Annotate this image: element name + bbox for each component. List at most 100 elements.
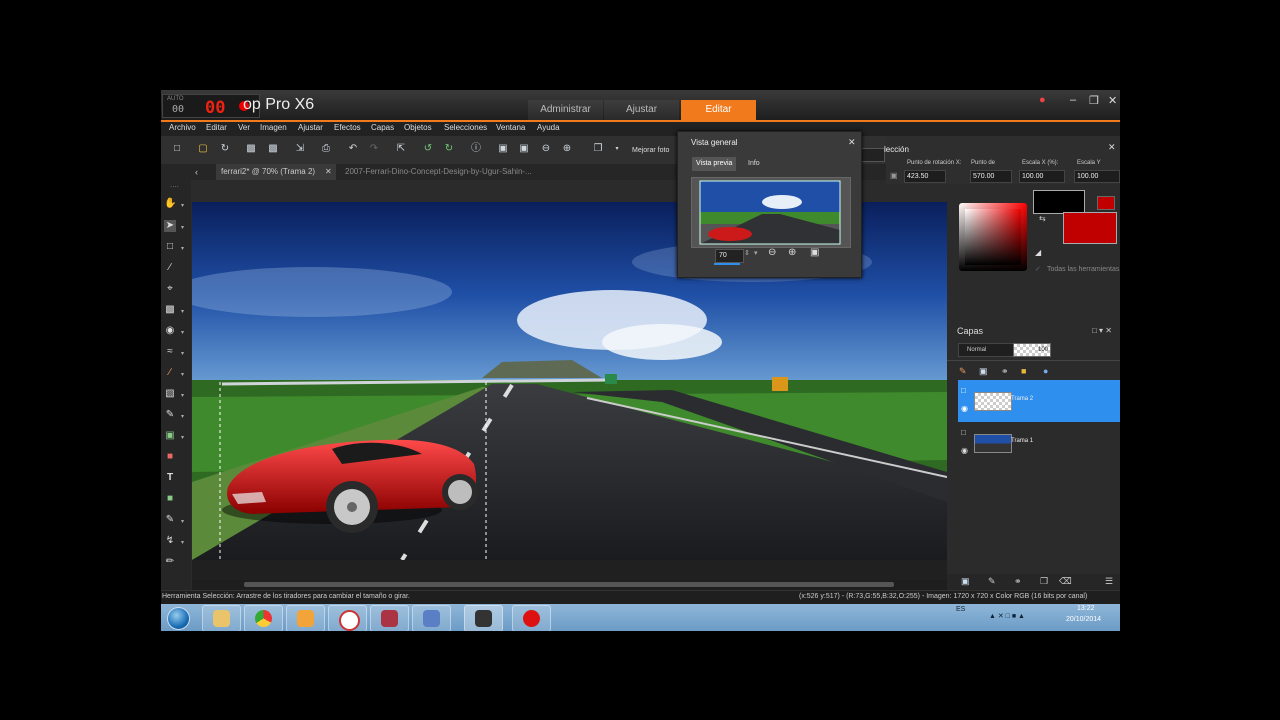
close-button[interactable]: ✕ [1108, 94, 1117, 107]
shape-tool-icon[interactable]: ■ [164, 493, 176, 505]
chevron-down-icon[interactable]: ▾ [181, 371, 184, 378]
tab-info[interactable]: Info [744, 157, 764, 171]
link-icon[interactable]: ⚭ [1001, 366, 1009, 377]
menu-imagen[interactable]: Imagen [260, 123, 287, 132]
recent-color-swatch[interactable] [1097, 196, 1115, 210]
blend-mode-select[interactable]: Normal [958, 343, 1018, 357]
rotate-left-icon[interactable]: ↺ [422, 143, 434, 155]
visibility-eye-icon[interactable]: ◉ [961, 446, 968, 455]
chevron-down-icon[interactable]: ▾ [181, 413, 184, 420]
option-dropdown[interactable] [861, 148, 885, 162]
chevron-down-icon[interactable]: ▾ [181, 245, 184, 252]
new-raster-layer-icon[interactable]: ▣ [961, 576, 970, 587]
background-swatch[interactable] [1063, 212, 1117, 244]
language-indicator[interactable]: ES [956, 606, 965, 613]
tab-scroll-left-icon[interactable]: ‹ [195, 164, 198, 180]
open-folder-icon[interactable]: ▢ [197, 143, 209, 155]
makeover-tool-icon[interactable]: ≈ [164, 346, 176, 358]
close-tab-icon[interactable]: ✕ [325, 164, 332, 180]
tray-icons[interactable]: ▲ ✕ □ ■ ▲ [989, 612, 1025, 620]
brush-tool-icon[interactable]: ∕ [164, 367, 176, 379]
undo-icon[interactable]: ↶ [347, 143, 359, 155]
zoom-out-icon[interactable]: ⊖ [768, 247, 776, 258]
share-icon[interactable]: ⇲ [294, 143, 306, 155]
warp-tool-icon[interactable]: ↯ [164, 535, 176, 547]
save-icon[interactable]: ▩ [245, 143, 257, 155]
chevron-down-icon[interactable]: ▾ [181, 202, 184, 209]
menu-efectos[interactable]: Efectos [334, 123, 361, 132]
maximize-button[interactable]: ❐ [1089, 94, 1099, 107]
taskbar-outlook[interactable] [286, 605, 325, 631]
pan-tool-icon[interactable]: ✋ [164, 198, 176, 210]
menu-ver[interactable]: Ver [238, 123, 250, 132]
menu-editar[interactable]: Editar [206, 123, 227, 132]
enhance-photo-button[interactable]: Mejorar foto [632, 147, 669, 154]
crop-tool-icon[interactable]: ⌖ [164, 283, 176, 295]
chevron-down-icon[interactable]: ▾ [181, 350, 184, 357]
zoom-in-icon[interactable]: ⊕ [561, 143, 573, 155]
menu-capas[interactable]: Capas [371, 123, 394, 132]
clock-date[interactable]: 20/10/2014 [1066, 616, 1101, 623]
brush-layer-icon[interactable]: ✎ [988, 576, 996, 587]
selection-tool-icon[interactable]: □ [164, 241, 176, 253]
mask-layer-icon[interactable]: ⚭ [1014, 576, 1022, 587]
zoom-in-icon[interactable]: ⊕ [788, 247, 796, 258]
transparent-icon[interactable]: ◢ [1035, 248, 1041, 257]
save-as-icon[interactable]: ▩ [267, 143, 279, 155]
rotate-right-icon[interactable]: ↻ [443, 143, 455, 155]
opacity-field[interactable]: 100 [1013, 343, 1051, 357]
minimize-button[interactable]: – [1070, 94, 1076, 106]
fill-tool-icon[interactable]: ✏ [164, 556, 176, 568]
text-tool-icon[interactable]: T [164, 472, 176, 484]
chevron-down-icon[interactable]: ▾ [181, 392, 184, 399]
layer-row-trama2[interactable]: □ ◉ Trama 2 [958, 380, 1120, 422]
taskbar-network[interactable] [412, 605, 451, 631]
new-file-icon[interactable]: □ [171, 143, 183, 155]
group-icon[interactable]: ❐ [1040, 576, 1048, 587]
copy-icon[interactable]: ❐ [592, 143, 604, 155]
fit-window-icon[interactable]: ▣ [497, 143, 509, 155]
layer-row-trama1[interactable]: □ ◉ Trama 1 [958, 422, 1120, 464]
tab-administrar[interactable]: Administrar [528, 100, 603, 120]
menu-archivo[interactable]: Archivo [169, 123, 196, 132]
redo-icon[interactable]: ↷ [368, 143, 380, 155]
clone-tool-icon[interactable]: ▣ [164, 430, 176, 442]
pen-tool-icon[interactable]: ✎ [164, 514, 176, 526]
actual-size-icon[interactable]: ▣ [810, 247, 819, 258]
pick-tool-icon[interactable]: ➤ [164, 220, 176, 232]
rot-y-field[interactable]: 570.00 [970, 170, 1012, 183]
red-eye-tool-icon[interactable]: ◉ [164, 325, 176, 337]
taskbar-app[interactable] [328, 605, 367, 631]
horizontal-scrollbar[interactable] [192, 580, 947, 590]
tab-editar[interactable]: Editar [681, 100, 756, 120]
new-layer-icon[interactable]: ✎ [959, 366, 967, 377]
zoom-field[interactable]: 70 [715, 249, 744, 263]
mask-icon[interactable]: ▣ [979, 366, 988, 377]
zoom-spinner-icon[interactable]: ⇕ [744, 249, 750, 257]
user-icon[interactable]: ● [1039, 94, 1046, 106]
actual-size-icon[interactable]: ▣ [518, 143, 530, 155]
chevron-down-icon[interactable]: ▾ [181, 518, 184, 525]
color-gradient-box[interactable] [965, 209, 1021, 265]
zoom-out-icon[interactable]: ⊖ [540, 143, 552, 155]
visibility-eye-icon[interactable]: ◉ [961, 404, 968, 413]
start-button[interactable] [163, 605, 193, 630]
doc-tab-inactive[interactable]: 2007-Ferrari-Dino-Concept-Design-by-Ugur… [345, 164, 532, 180]
taskbar-chrome[interactable] [244, 605, 283, 631]
taskbar-explorer[interactable] [202, 605, 241, 631]
scrollbar-thumb[interactable] [244, 582, 894, 587]
eraser-tool-icon[interactable]: ■ [164, 451, 176, 463]
layer-menu-icon[interactable]: ☰ [1105, 576, 1113, 587]
info-icon[interactable]: ⓘ [470, 143, 482, 155]
chevron-down-icon[interactable]: ▾ [181, 224, 184, 231]
menu-objetos[interactable]: Objetos [404, 123, 432, 132]
zoom-slider[interactable] [714, 263, 740, 265]
foreground-swatch[interactable] [1033, 190, 1085, 214]
menu-ajustar[interactable]: Ajustar [298, 123, 323, 132]
taskbar-winrar[interactable] [370, 605, 409, 631]
overview-preview[interactable] [691, 177, 851, 248]
gradient-tool-icon[interactable]: ▧ [164, 388, 176, 400]
panel-options-icon[interactable]: □ ▾ ✕ [1092, 326, 1112, 335]
menu-ventana[interactable]: Ventana [496, 123, 525, 132]
close-panel-icon[interactable]: ✕ [1108, 142, 1116, 153]
